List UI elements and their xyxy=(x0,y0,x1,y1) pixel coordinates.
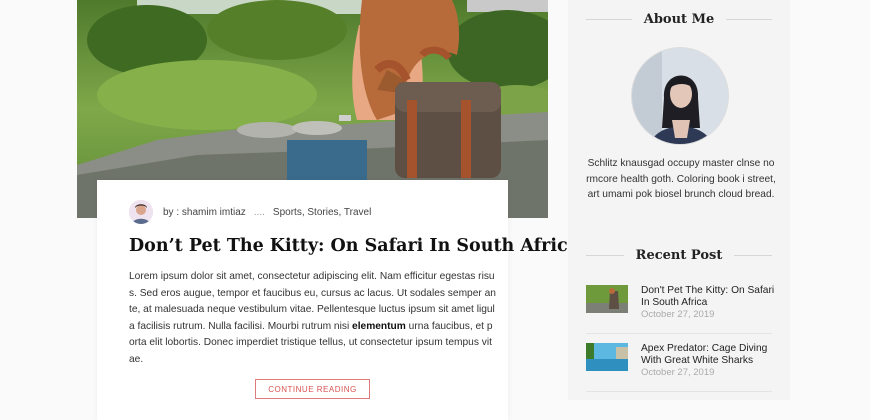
recent-divider xyxy=(586,333,772,334)
recent-post-item[interactable]: Apex Predator: Cage Diving With Great Wh… xyxy=(586,343,776,383)
about-widget-title: About Me xyxy=(586,12,772,27)
title-divider-right xyxy=(734,255,773,256)
recent-post-date: October 27, 2019 xyxy=(641,309,715,320)
recent-widget-title: Recent Post xyxy=(586,248,773,263)
title-divider-left xyxy=(586,255,624,256)
recent-post-date: October 27, 2019 xyxy=(641,367,715,378)
post-categories[interactable]: Sports, Stories, Travel xyxy=(273,207,371,218)
recent-divider xyxy=(586,391,772,392)
about-heading: About Me xyxy=(643,12,715,27)
recent-post-title[interactable]: Apex Predator: Cage Diving With Great Wh… xyxy=(641,343,781,367)
post-column: by : shamim imtiaz .... Sports, Stories,… xyxy=(77,0,579,420)
about-avatar xyxy=(631,47,729,145)
title-divider-right xyxy=(726,19,772,20)
sidebar: About Me Schlitz knausgad occupy master … xyxy=(568,0,790,400)
author-link[interactable]: by : shamim imtiaz xyxy=(163,207,246,218)
recent-post-title[interactable]: Don't Pet The Kitty: On Safari In South … xyxy=(641,285,781,309)
recent-heading: Recent Post xyxy=(635,248,723,263)
continue-reading-button[interactable]: CONTINUE READING xyxy=(255,379,370,399)
meta-separator: .... xyxy=(253,206,265,218)
recent-post-thumbnail[interactable] xyxy=(586,343,628,371)
post-meta: by : shamim imtiaz .... Sports, Stories,… xyxy=(129,198,371,226)
author-avatar[interactable] xyxy=(129,200,153,224)
excerpt-bold-word: elementum xyxy=(352,320,406,332)
post-card: by : shamim imtiaz .... Sports, Stories,… xyxy=(97,180,579,420)
title-divider-left xyxy=(586,19,632,20)
recent-post-item[interactable]: Don't Pet The Kitty: On Safari In South … xyxy=(586,285,776,325)
post-title[interactable]: Don’t Pet The Kitty: On Safari In South … xyxy=(129,236,579,256)
about-text: Schlitz knausgad occupy master clnse nor… xyxy=(586,158,776,200)
recent-post-thumbnail[interactable] xyxy=(586,285,628,313)
post-excerpt: Lorem ipsum dolor sit amet, consectetur … xyxy=(129,269,497,368)
